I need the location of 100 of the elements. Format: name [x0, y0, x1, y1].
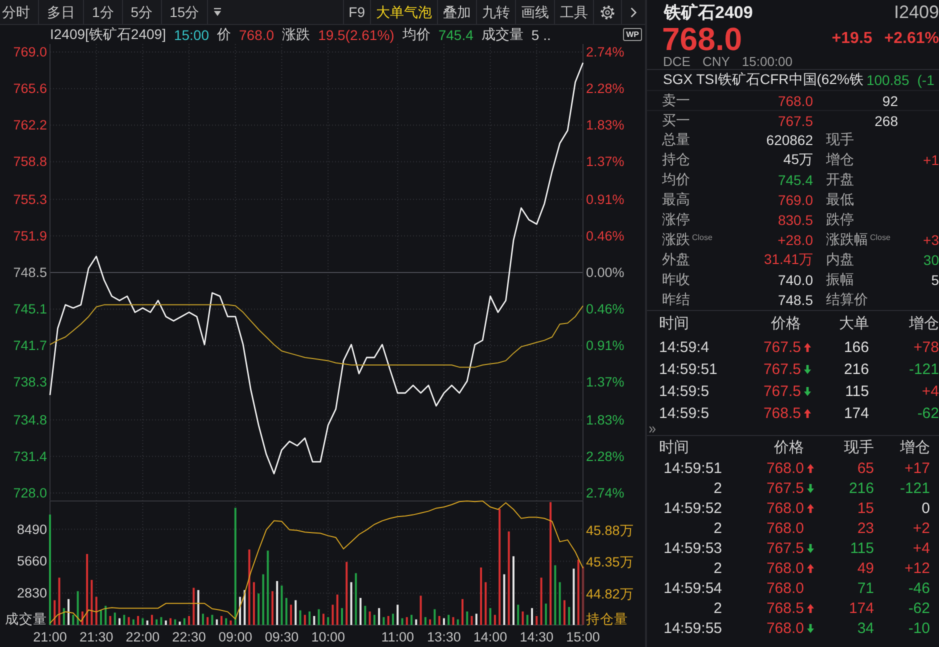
bar	[206, 617, 209, 625]
last-price: 768.0	[662, 24, 742, 54]
trade-price: 768.0	[766, 500, 804, 516]
price-axis-label: 734.8	[13, 412, 47, 428]
bar	[104, 606, 107, 625]
toolbar-button[interactable]: 画线	[515, 0, 554, 24]
toolbar-button[interactable]: 九转	[476, 0, 515, 24]
trade-time: 14:59:51	[664, 460, 722, 476]
bar	[123, 614, 126, 625]
open-interest-change: +78	[914, 338, 939, 356]
bar	[336, 594, 338, 625]
field-label: 成交量	[481, 26, 524, 44]
trade-price: 768.0	[766, 620, 804, 636]
period-tab[interactable]: 1分	[84, 0, 123, 24]
bar	[266, 550, 269, 625]
trade-time: 14:59:5	[659, 382, 710, 400]
bar	[308, 611, 311, 625]
volume-axis-label: 2830	[16, 586, 47, 601]
bar	[438, 616, 440, 625]
bar	[392, 614, 394, 625]
bar	[239, 596, 242, 625]
volume-axis-label: 8490	[16, 522, 47, 537]
stat-label: 最高	[662, 191, 690, 209]
bar	[531, 608, 534, 625]
open-interest-change: -62	[908, 600, 930, 616]
stat-value: +1	[923, 152, 939, 168]
open-interest-change: -62	[917, 404, 939, 422]
stat-value: 620862	[766, 132, 813, 148]
open-interest-change: +12	[904, 560, 930, 576]
period-tab[interactable]: 5分	[122, 0, 162, 24]
time-axis-label: 11:00	[381, 630, 414, 644]
trade-time: 14:59:55	[664, 620, 722, 636]
bar	[192, 588, 195, 625]
bar	[498, 508, 501, 625]
index-value: 100.85	[866, 72, 910, 88]
toolbar-button[interactable]: 大单气泡	[370, 0, 437, 24]
percent-axis-label: 0.46%	[586, 228, 624, 244]
stat-label: 涨停	[662, 211, 690, 229]
trade-price: 768.5	[766, 600, 804, 616]
order-volume: 174	[848, 600, 874, 616]
time-axis-label: 21:00	[33, 630, 67, 644]
bar	[401, 618, 404, 625]
bar	[522, 611, 524, 625]
stat-label: 开盘	[826, 171, 854, 189]
bar	[470, 616, 473, 625]
bar	[248, 549, 250, 625]
index-name: SGX TSI铁矿石CFR中国(62%铁	[663, 71, 864, 89]
chevron-right-icon	[630, 6, 637, 18]
percent-axis-label: 1.83%	[586, 412, 624, 428]
bar	[410, 614, 413, 625]
toolbar-button[interactable]: 叠加	[437, 0, 476, 24]
stat-value: 748.5	[778, 292, 813, 308]
bar	[340, 608, 343, 625]
bar	[142, 618, 144, 625]
bar	[368, 611, 371, 625]
toolbar-button[interactable]: F9	[342, 0, 370, 24]
period-tab[interactable]: 15分	[162, 0, 208, 24]
time-axis-label: 22:00	[126, 630, 160, 644]
field-value: 5 ..	[531, 26, 551, 42]
open-interest-change: -121	[900, 480, 930, 496]
bar	[258, 593, 260, 625]
bar	[577, 560, 580, 625]
bar	[225, 618, 228, 625]
bar	[346, 562, 348, 625]
bar	[58, 578, 60, 625]
order-book-volume: 92	[882, 92, 898, 108]
stat-label: 涨跌幅	[826, 231, 868, 249]
trade-price: 768.0	[766, 560, 804, 576]
bar	[420, 596, 422, 625]
order-book-label: 买一	[662, 112, 691, 130]
order-volume: 216	[848, 480, 874, 496]
bar	[558, 582, 561, 625]
field-value: 19.5(2.61%)	[318, 26, 394, 42]
wp-button[interactable]: WP	[623, 28, 642, 41]
column-header: 时间	[659, 438, 690, 456]
stat-value: +28.0	[778, 232, 813, 248]
trade-time: 14:59:4	[659, 338, 710, 356]
price-change: +19.5	[832, 30, 872, 48]
bar	[544, 604, 547, 625]
order-volume: 115	[845, 382, 869, 400]
period-tab[interactable]: 分时	[0, 0, 39, 24]
bar	[197, 590, 200, 625]
double-chevron-icon[interactable]	[649, 426, 656, 433]
bar	[494, 614, 496, 625]
bar	[271, 591, 274, 625]
toolbar-button[interactable]: 工具	[554, 0, 593, 24]
stat-value: 31.41万	[764, 251, 813, 269]
order-book-volume: 268	[874, 112, 898, 128]
bar	[146, 620, 148, 625]
bar	[382, 617, 385, 625]
column-header: 大单	[839, 314, 869, 333]
close-tag: Close	[692, 233, 712, 242]
bar	[512, 556, 514, 625]
bar	[160, 617, 162, 625]
stat-label: 昨收	[662, 271, 690, 289]
open-interest-change: +2	[912, 520, 930, 536]
bar	[280, 586, 283, 625]
bar	[563, 600, 566, 625]
order-book-price: 768.0	[778, 92, 813, 108]
period-tab[interactable]: 多日	[39, 0, 84, 24]
